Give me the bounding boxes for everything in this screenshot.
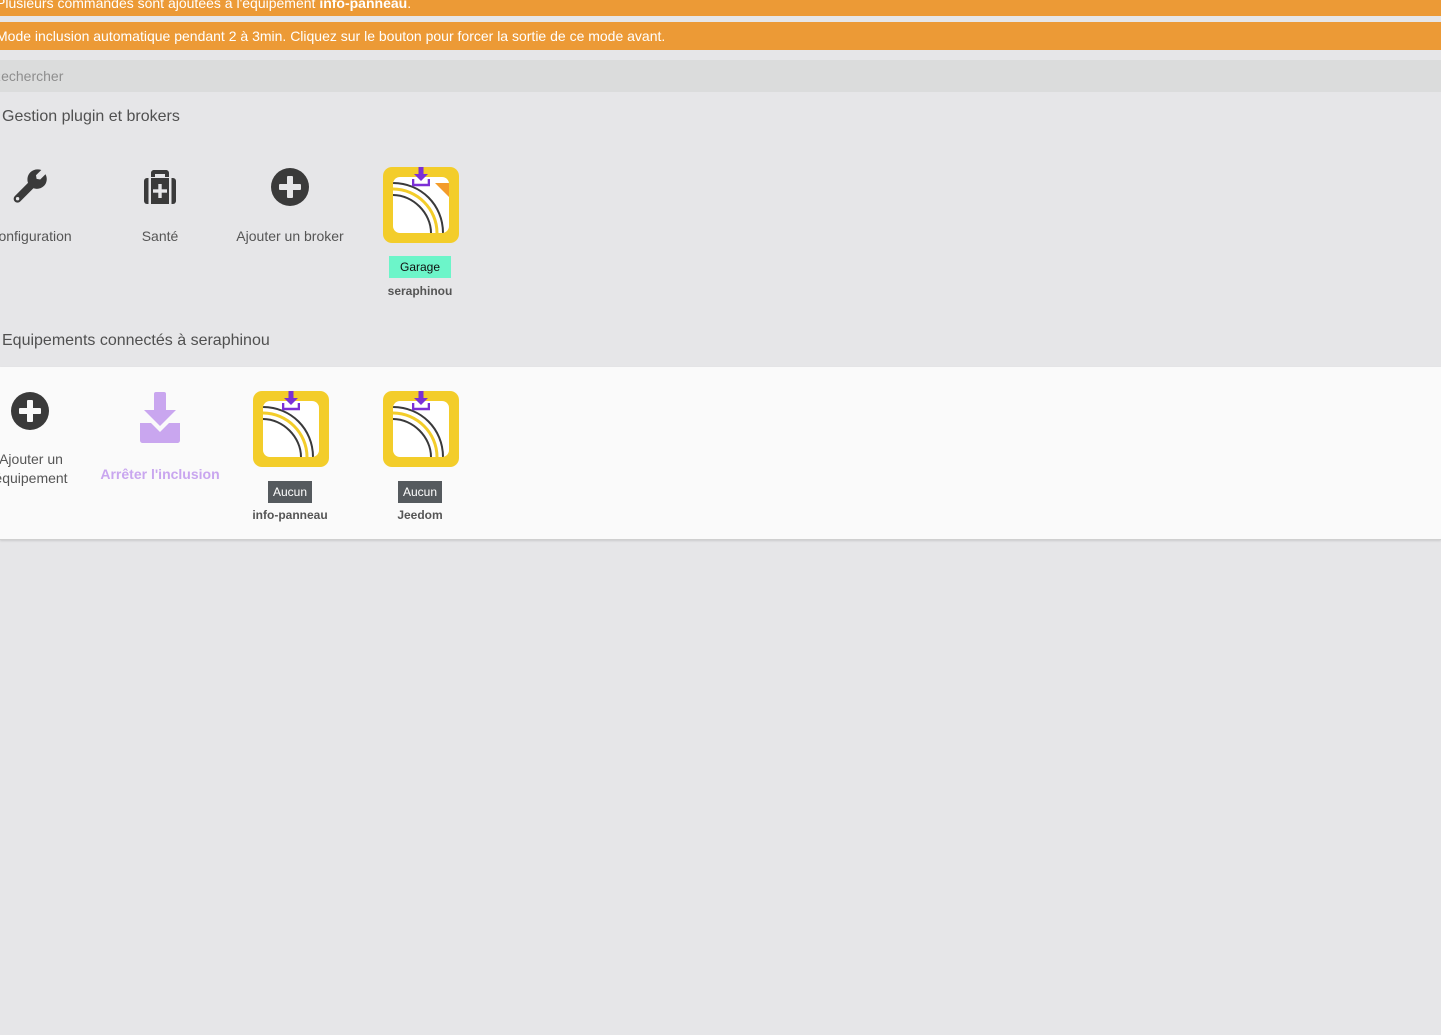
equipment-name: Jeedom	[397, 508, 443, 522]
mqtt-plugin-icon	[383, 391, 459, 467]
alert-commands-prefix: Plusieurs commandes sont ajoutées à l'éq…	[0, 0, 320, 11]
equipment-card-info-panneau[interactable]: Aucun info-panneau	[240, 384, 340, 524]
page: Plusieurs commandes sont ajoutées à l'éq…	[0, 0, 1441, 1035]
download-icon	[140, 392, 180, 443]
broker-badge: Garage	[389, 256, 451, 278]
medkit-icon	[144, 170, 176, 204]
section-title-equipments: Equipements connectés à seraphinou	[2, 332, 270, 349]
wrench-icon	[13, 169, 47, 203]
search-input[interactable]	[0, 60, 1441, 92]
mqtt-plugin-icon	[253, 391, 329, 467]
search-bar	[0, 60, 1441, 92]
alert-commands-suffix: .	[407, 0, 412, 11]
stop-inclusion-tile[interactable]: Arrêter l'inclusion	[95, 384, 225, 494]
stop-inclusion-label: Arrêter l'inclusion	[100, 466, 220, 482]
alert-inclusion-mode: Mode inclusion automatique pendant 2 à 3…	[0, 22, 1441, 50]
download-icon	[282, 391, 300, 411]
plus-circle-icon	[271, 168, 309, 206]
equipment-object-badge: Aucun	[398, 481, 442, 503]
mqtt-plugin-icon	[383, 167, 459, 243]
alert-commands-added: Plusieurs commandes sont ajoutées à l'éq…	[0, 0, 1441, 16]
section-title-plugin: Gestion plugin et brokers	[2, 108, 180, 125]
add-broker-label: Ajouter un broker	[236, 228, 344, 244]
broker-name: seraphinou	[387, 284, 453, 298]
download-icon	[412, 391, 430, 411]
add-broker-tile[interactable]: Ajouter un broker	[225, 160, 355, 250]
equipment-card-jeedom[interactable]: Aucun Jeedom	[370, 384, 470, 524]
broker-card-seraphinou[interactable]: Garage seraphinou	[370, 160, 470, 300]
download-icon	[412, 167, 430, 187]
alert-inclusion-text: Mode inclusion automatique pendant 2 à 3…	[0, 28, 666, 44]
plus-circle-icon	[11, 392, 49, 430]
alert-commands-equipment: info-panneau	[319, 0, 408, 11]
equipment-name: info-panneau	[252, 508, 328, 522]
equipment-object-badge: Aucun	[268, 481, 312, 503]
